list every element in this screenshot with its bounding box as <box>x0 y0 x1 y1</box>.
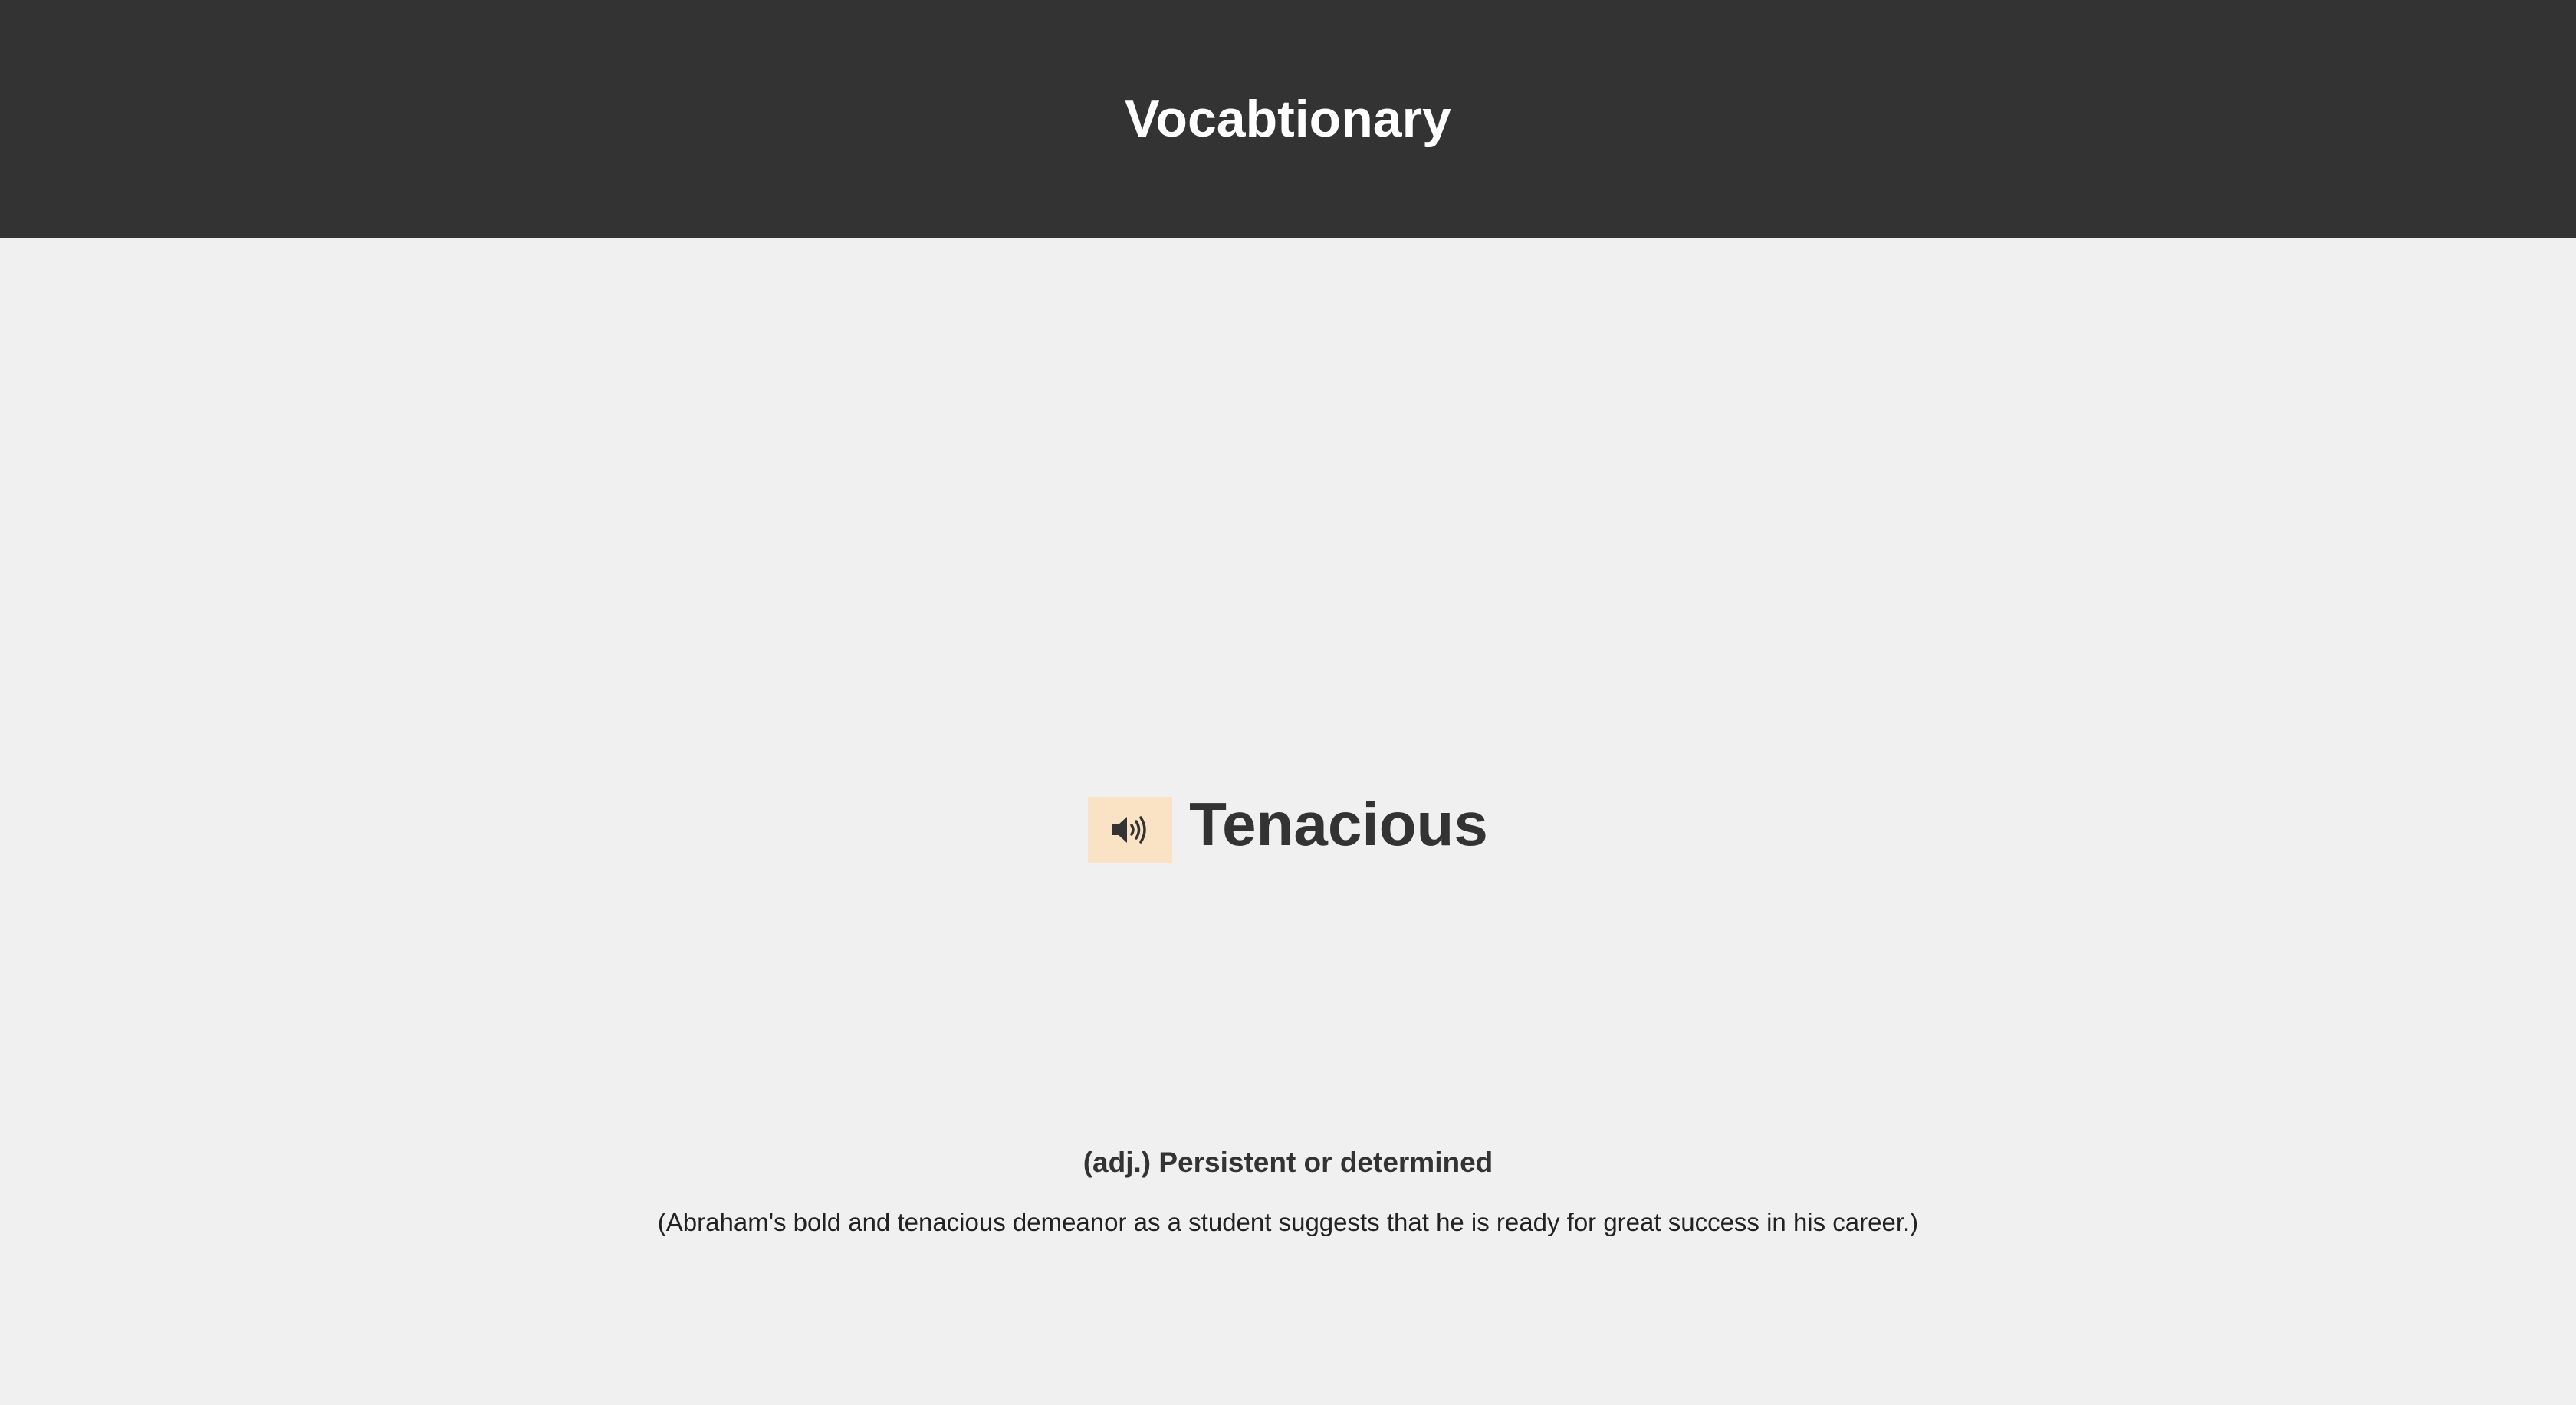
speaker-volume-icon <box>1110 814 1150 846</box>
vocabulary-word: Tenacious <box>1189 790 1488 858</box>
word-definition: (adj.) Persistent or determined <box>1083 1147 1493 1178</box>
pronounce-button[interactable] <box>1088 797 1173 863</box>
example-sentence: (Abraham's bold and tenacious demeanor a… <box>657 1208 1919 1236</box>
app-header: Vocabtionary <box>0 0 2576 238</box>
word-heading-row: Tenacious <box>0 786 2576 863</box>
app-title: Vocabtionary <box>1125 90 1451 148</box>
word-card: Tenacious (adj.) Persistent or determine… <box>0 238 2576 1405</box>
